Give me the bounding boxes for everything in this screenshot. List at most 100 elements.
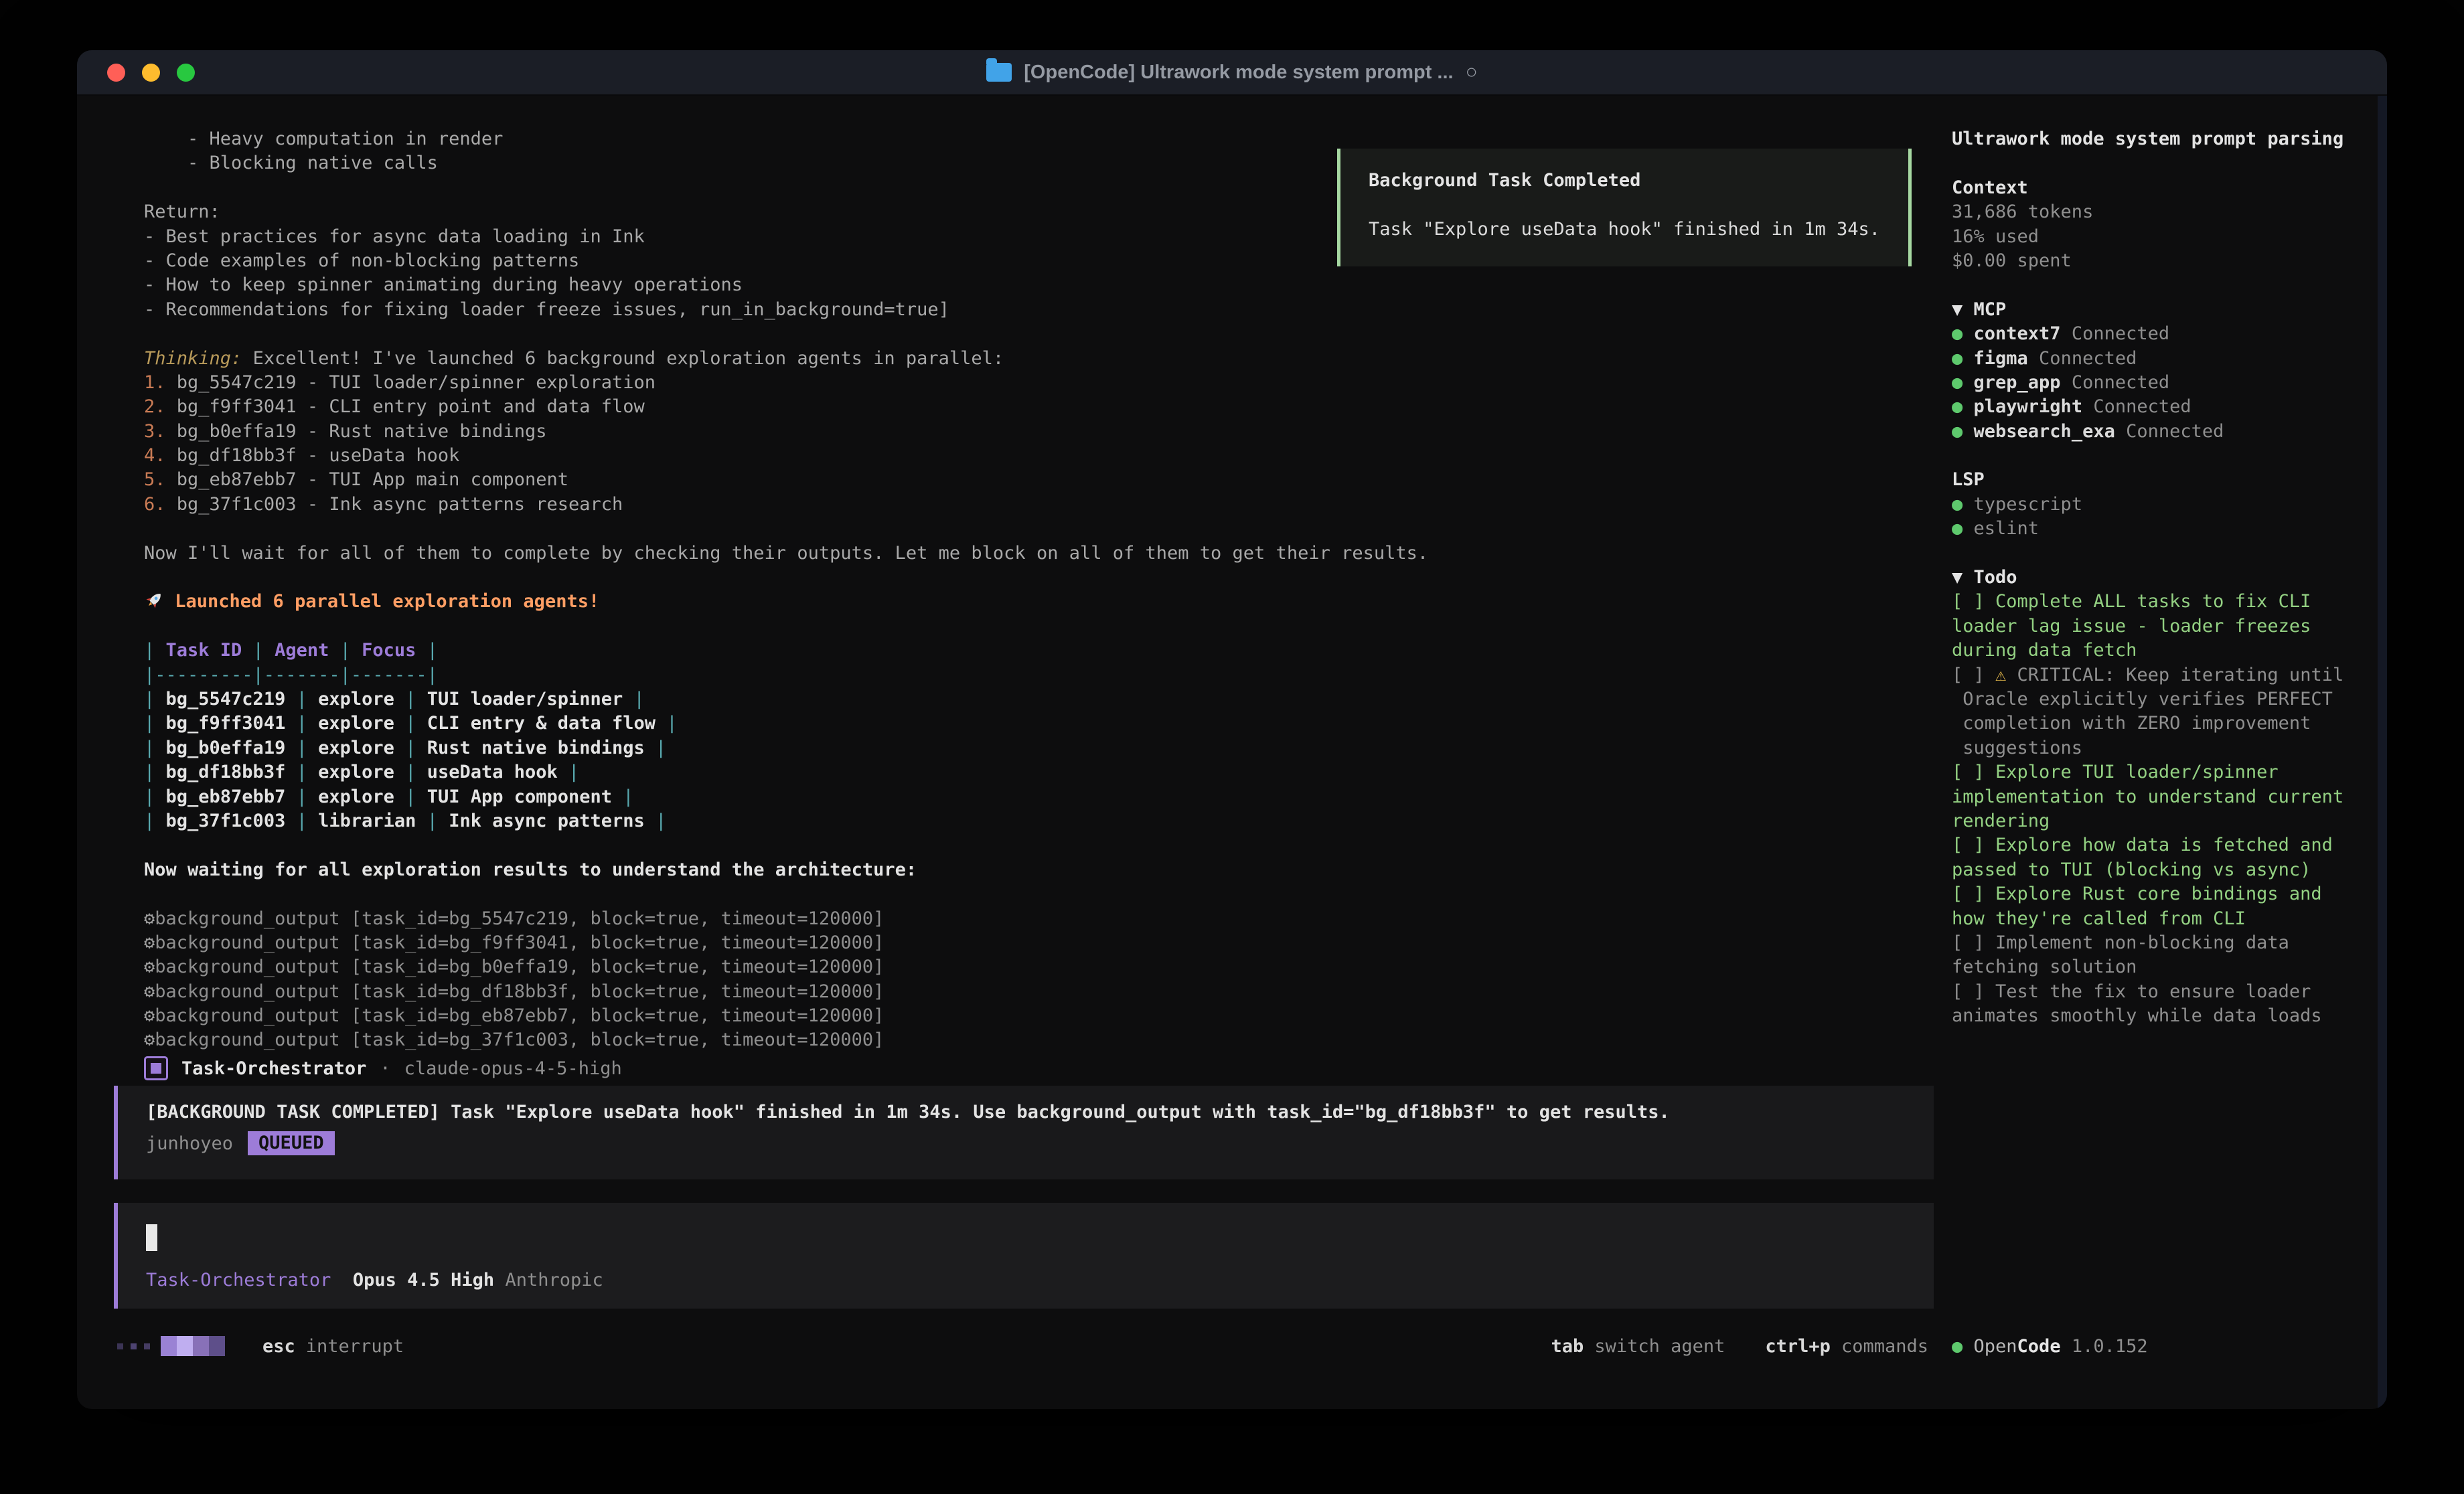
maximize-button[interactable] xyxy=(177,64,195,82)
text-segment: explore xyxy=(318,713,394,734)
terminal-line: 2. bg_f9ff3041 - CLI entry point and dat… xyxy=(144,395,1428,419)
terminal-line: | bg_37f1c003 | librarian | Ink async pa… xyxy=(144,809,1428,833)
terminal-line xyxy=(144,833,1428,857)
agent-status-row: Task-Orchestrator · claude-opus-4-5-high xyxy=(144,1054,622,1082)
window-title: [OpenCode] Ultrawork mode system prompt … xyxy=(986,61,1477,84)
text-segment: - Blocking native calls xyxy=(144,153,438,173)
text-segment: bg_eb87ebb7 xyxy=(166,786,286,807)
text-segment: Connected xyxy=(2082,396,2191,417)
progress-spinner xyxy=(161,1336,225,1356)
spinner-dots xyxy=(117,1343,150,1349)
esc-key-hint: esc xyxy=(262,1336,295,1357)
text-segment: during data fetch xyxy=(1952,640,2137,661)
text-segment: explore xyxy=(318,786,394,807)
text-segment: CLI entry & data flow xyxy=(427,713,656,734)
sidebar-line: Oracle explicitly verifies PERFECT xyxy=(1952,687,2380,712)
input-meta-row: Task-Orchestrator Opus 4.5 High Anthropi… xyxy=(146,1270,603,1291)
text-segment: bg_37f1c003 xyxy=(166,811,286,831)
text-segment: Ink async patterns xyxy=(449,811,645,831)
text-segment: ● xyxy=(1952,421,1974,442)
terminal-line: | bg_eb87ebb7 | explore | TUI App compon… xyxy=(144,785,1428,809)
terminal-line: ⚙background_output [task_id=bg_df18bb3f,… xyxy=(144,980,1428,1004)
sidebar-line: fetching solution xyxy=(1952,955,2380,979)
text-segment: playwright xyxy=(1974,396,2083,417)
terminal-line: - Heavy computation in render xyxy=(144,127,1428,151)
text-segment: Excellent! I've launched 6 background ex… xyxy=(242,348,1004,369)
text-segment: bg_f9ff3041 - CLI entry point and data f… xyxy=(177,396,645,417)
ctrlp-key-hint: ctrl+p xyxy=(1765,1336,1831,1357)
text-segment: - Heavy computation in render xyxy=(144,129,503,149)
text-segment: context7 xyxy=(1974,323,2061,344)
text-segment: | xyxy=(242,640,275,661)
text-segment: bg_b0effa19 xyxy=(166,738,286,758)
minimize-button[interactable] xyxy=(142,64,160,82)
background-task-toast[interactable]: Background Task Completed Task "Explore … xyxy=(1337,149,1912,266)
agent-separator: · xyxy=(380,1058,390,1079)
sidebar-line: Context xyxy=(1952,176,2380,200)
text-segment: bg_f9ff3041 xyxy=(166,713,286,734)
terminal-line: 6. bg_37f1c003 - Ink async patterns rese… xyxy=(144,493,1428,517)
text-segment: | xyxy=(394,689,427,710)
text-segment: TUI App component xyxy=(427,786,612,807)
terminal-line: ⚙background_output [task_id=bg_37f1c003,… xyxy=(144,1028,1428,1052)
sidebar-line: $0.00 spent xyxy=(1952,249,2380,273)
text-segment: Connected xyxy=(2115,421,2224,442)
text-segment: | xyxy=(285,713,318,734)
text-segment: | xyxy=(329,640,362,661)
meta-space xyxy=(494,1270,505,1291)
text-segment: Ultrawork mode system prompt parsing xyxy=(1952,129,2343,149)
text-segment: loader lag issue - loader freezes xyxy=(1952,616,2311,637)
text-segment: | xyxy=(394,786,427,807)
text-segment: | xyxy=(623,689,645,710)
text-segment: | xyxy=(416,811,449,831)
text-segment: ⚙ xyxy=(144,981,155,1002)
text-segment: ⚙ xyxy=(144,908,155,929)
prompt-input-box[interactable]: Task-Orchestrator Opus 4.5 High Anthropi… xyxy=(114,1203,1934,1309)
text-segment: ● xyxy=(1952,348,1974,369)
input-provider-label: Anthropic xyxy=(505,1270,603,1291)
text-segment: ● xyxy=(1952,396,1974,417)
text-segment: figma xyxy=(1974,348,2028,369)
text-segment: | xyxy=(144,689,166,710)
terminal-line: | Task ID | Agent | Focus | xyxy=(144,639,1428,663)
text-segment: | xyxy=(285,689,318,710)
text-segment: [ ] Test the fix to ensure loader xyxy=(1952,981,2311,1002)
sidebar-line: passed to TUI (blocking vs async) xyxy=(1952,858,2380,882)
sidebar-line: ● eslint xyxy=(1952,517,2380,541)
text-segment: | xyxy=(394,762,427,782)
text-segment: ● xyxy=(1952,323,1974,344)
close-button[interactable] xyxy=(107,64,125,82)
text-segment: 5. xyxy=(144,469,177,490)
agent-icon xyxy=(144,1056,168,1080)
text-segment: bg_b0effa19 - Rust native bindings xyxy=(177,421,547,442)
scrollbar[interactable] xyxy=(2378,96,2387,1409)
sidebar-line: ● context7 Connected xyxy=(1952,322,2380,346)
text-segment: bg_5547c219 - TUI loader/spinner explora… xyxy=(177,372,656,393)
text-segment: bg_5547c219 xyxy=(166,689,286,710)
text-segment: typescript xyxy=(1974,494,2083,515)
esc-key-label: interrupt xyxy=(306,1336,404,1357)
text-segment: Oracle explicitly verifies PERFECT xyxy=(1952,689,2333,710)
text-segment: [ ] Explore how data is fetched and xyxy=(1952,835,2333,855)
text-segment: bg_eb87ebb7 - TUI App main component xyxy=(177,469,568,490)
terminal-line xyxy=(144,566,1428,590)
text-segment: 2. xyxy=(144,396,177,417)
text-segment: TUI loader/spinner xyxy=(427,689,623,710)
sidebar-line: completion with ZERO improvement xyxy=(1952,712,2380,736)
status-bar-left: esc interrupt xyxy=(117,1333,404,1359)
text-segment: rendering xyxy=(1952,811,2050,831)
session-circle-icon: ○ xyxy=(1466,61,1478,84)
text-segment: | xyxy=(645,811,667,831)
sidebar-line: ● grep_app Connected xyxy=(1952,371,2380,395)
text-segment: - Best practices for async data loading … xyxy=(144,226,645,247)
text-segment: ▼ Todo xyxy=(1952,567,2017,588)
text-segment: Now waiting for all exploration results … xyxy=(144,859,917,880)
sidebar-line: LSP xyxy=(1952,468,2380,492)
terminal-line xyxy=(144,176,1428,200)
sidebar-line: loader lag issue - loader freezes xyxy=(1952,614,2380,639)
text-segment: background_output [task_id=bg_b0effa19, … xyxy=(155,957,884,977)
terminal-line: 3. bg_b0effa19 - Rust native bindings xyxy=(144,420,1428,444)
text-segment: | xyxy=(656,713,678,734)
sidebar-line: ● websearch_exa Connected xyxy=(1952,420,2380,444)
tab-key-hint: tab xyxy=(1551,1336,1584,1357)
